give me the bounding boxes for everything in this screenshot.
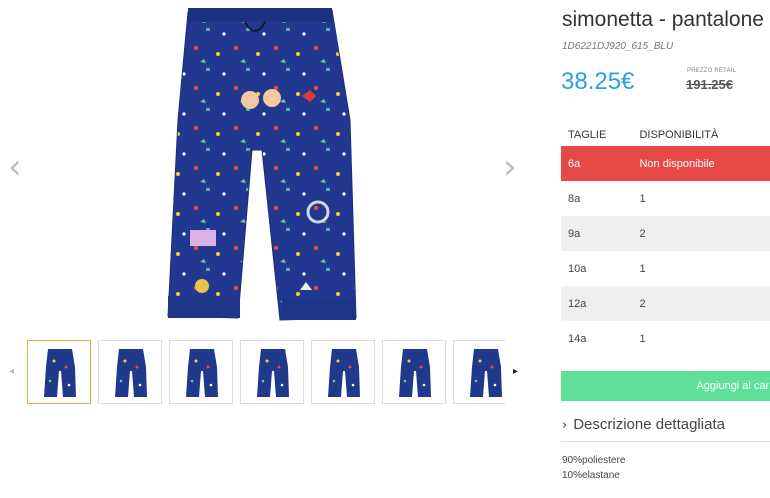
product-thumbnail[interactable] [98, 340, 162, 404]
product-sku: 1D6221DJ920_615_BLU [562, 41, 674, 52]
availability-header: DISPONIBILITÀ [639, 129, 719, 141]
size-row[interactable]: 10a 1 [561, 251, 770, 286]
thumbnail-strip [27, 340, 505, 408]
availability-cell: 1 [639, 262, 646, 275]
add-to-cart-button[interactable]: Aggiungi al carrello [561, 371, 770, 401]
size-cell: 8a [568, 192, 581, 205]
size-row[interactable]: 14a 1 [561, 321, 770, 356]
product-thumbnail[interactable] [311, 340, 375, 404]
gallery-prev-arrow[interactable]: ‹ [8, 150, 22, 184]
size-cell: 14a [568, 332, 587, 345]
thumbs-next-arrow[interactable]: ▸ [513, 366, 518, 377]
description-toggle-label: Descrizione dettagliata [573, 416, 725, 433]
size-row[interactable]: 8a 1 [561, 181, 770, 216]
retail-price: 191.25€ [686, 77, 733, 92]
add-to-cart-label: Aggiungi al carrello [696, 380, 770, 392]
size-row[interactable]: 9a 2 [561, 216, 770, 251]
size-header: TAGLIE [568, 129, 607, 141]
retail-price-label: PREZZO RETAIL [687, 68, 737, 74]
availability-cell: 2 [639, 286, 770, 321]
product-thumbnail[interactable] [169, 340, 233, 404]
availability-cell: 1 [639, 332, 646, 345]
product-title: simonetta - pantalone [562, 8, 764, 31]
product-thumbnail[interactable] [240, 340, 304, 404]
availability-cell: 2 [639, 216, 770, 251]
product-thumbnail[interactable] [27, 340, 91, 404]
availability-cell: 1 [639, 192, 646, 205]
size-cell: 10a [568, 262, 587, 275]
gallery-next-arrow[interactable]: › [503, 150, 517, 184]
description-toggle[interactable]: › Descrizione dettagliata [562, 416, 725, 433]
divider [561, 441, 770, 442]
product-price: 38.25€ [561, 68, 635, 95]
availability-cell: Non disponibile [639, 146, 770, 181]
product-main-image [150, 0, 380, 330]
product-thumbnail[interactable] [453, 340, 505, 404]
material-line: 90%poliestere [562, 455, 626, 466]
material-line: 10%elastane [562, 470, 620, 481]
size-cell: 6a [561, 146, 640, 181]
thumbs-prev-arrow[interactable]: ◂ [9, 366, 14, 377]
chevron-right-icon: › [562, 418, 568, 433]
size-cell: 9a [561, 216, 640, 251]
size-cell: 12a [561, 286, 640, 321]
size-row[interactable]: 12a 2 [561, 286, 770, 321]
product-thumbnail[interactable] [382, 340, 446, 404]
size-row[interactable]: 6a Non disponibile [561, 146, 770, 181]
sizes-table: TAGLIE DISPONIBILITÀ 6a Non disponibile 8a… [561, 124, 770, 356]
